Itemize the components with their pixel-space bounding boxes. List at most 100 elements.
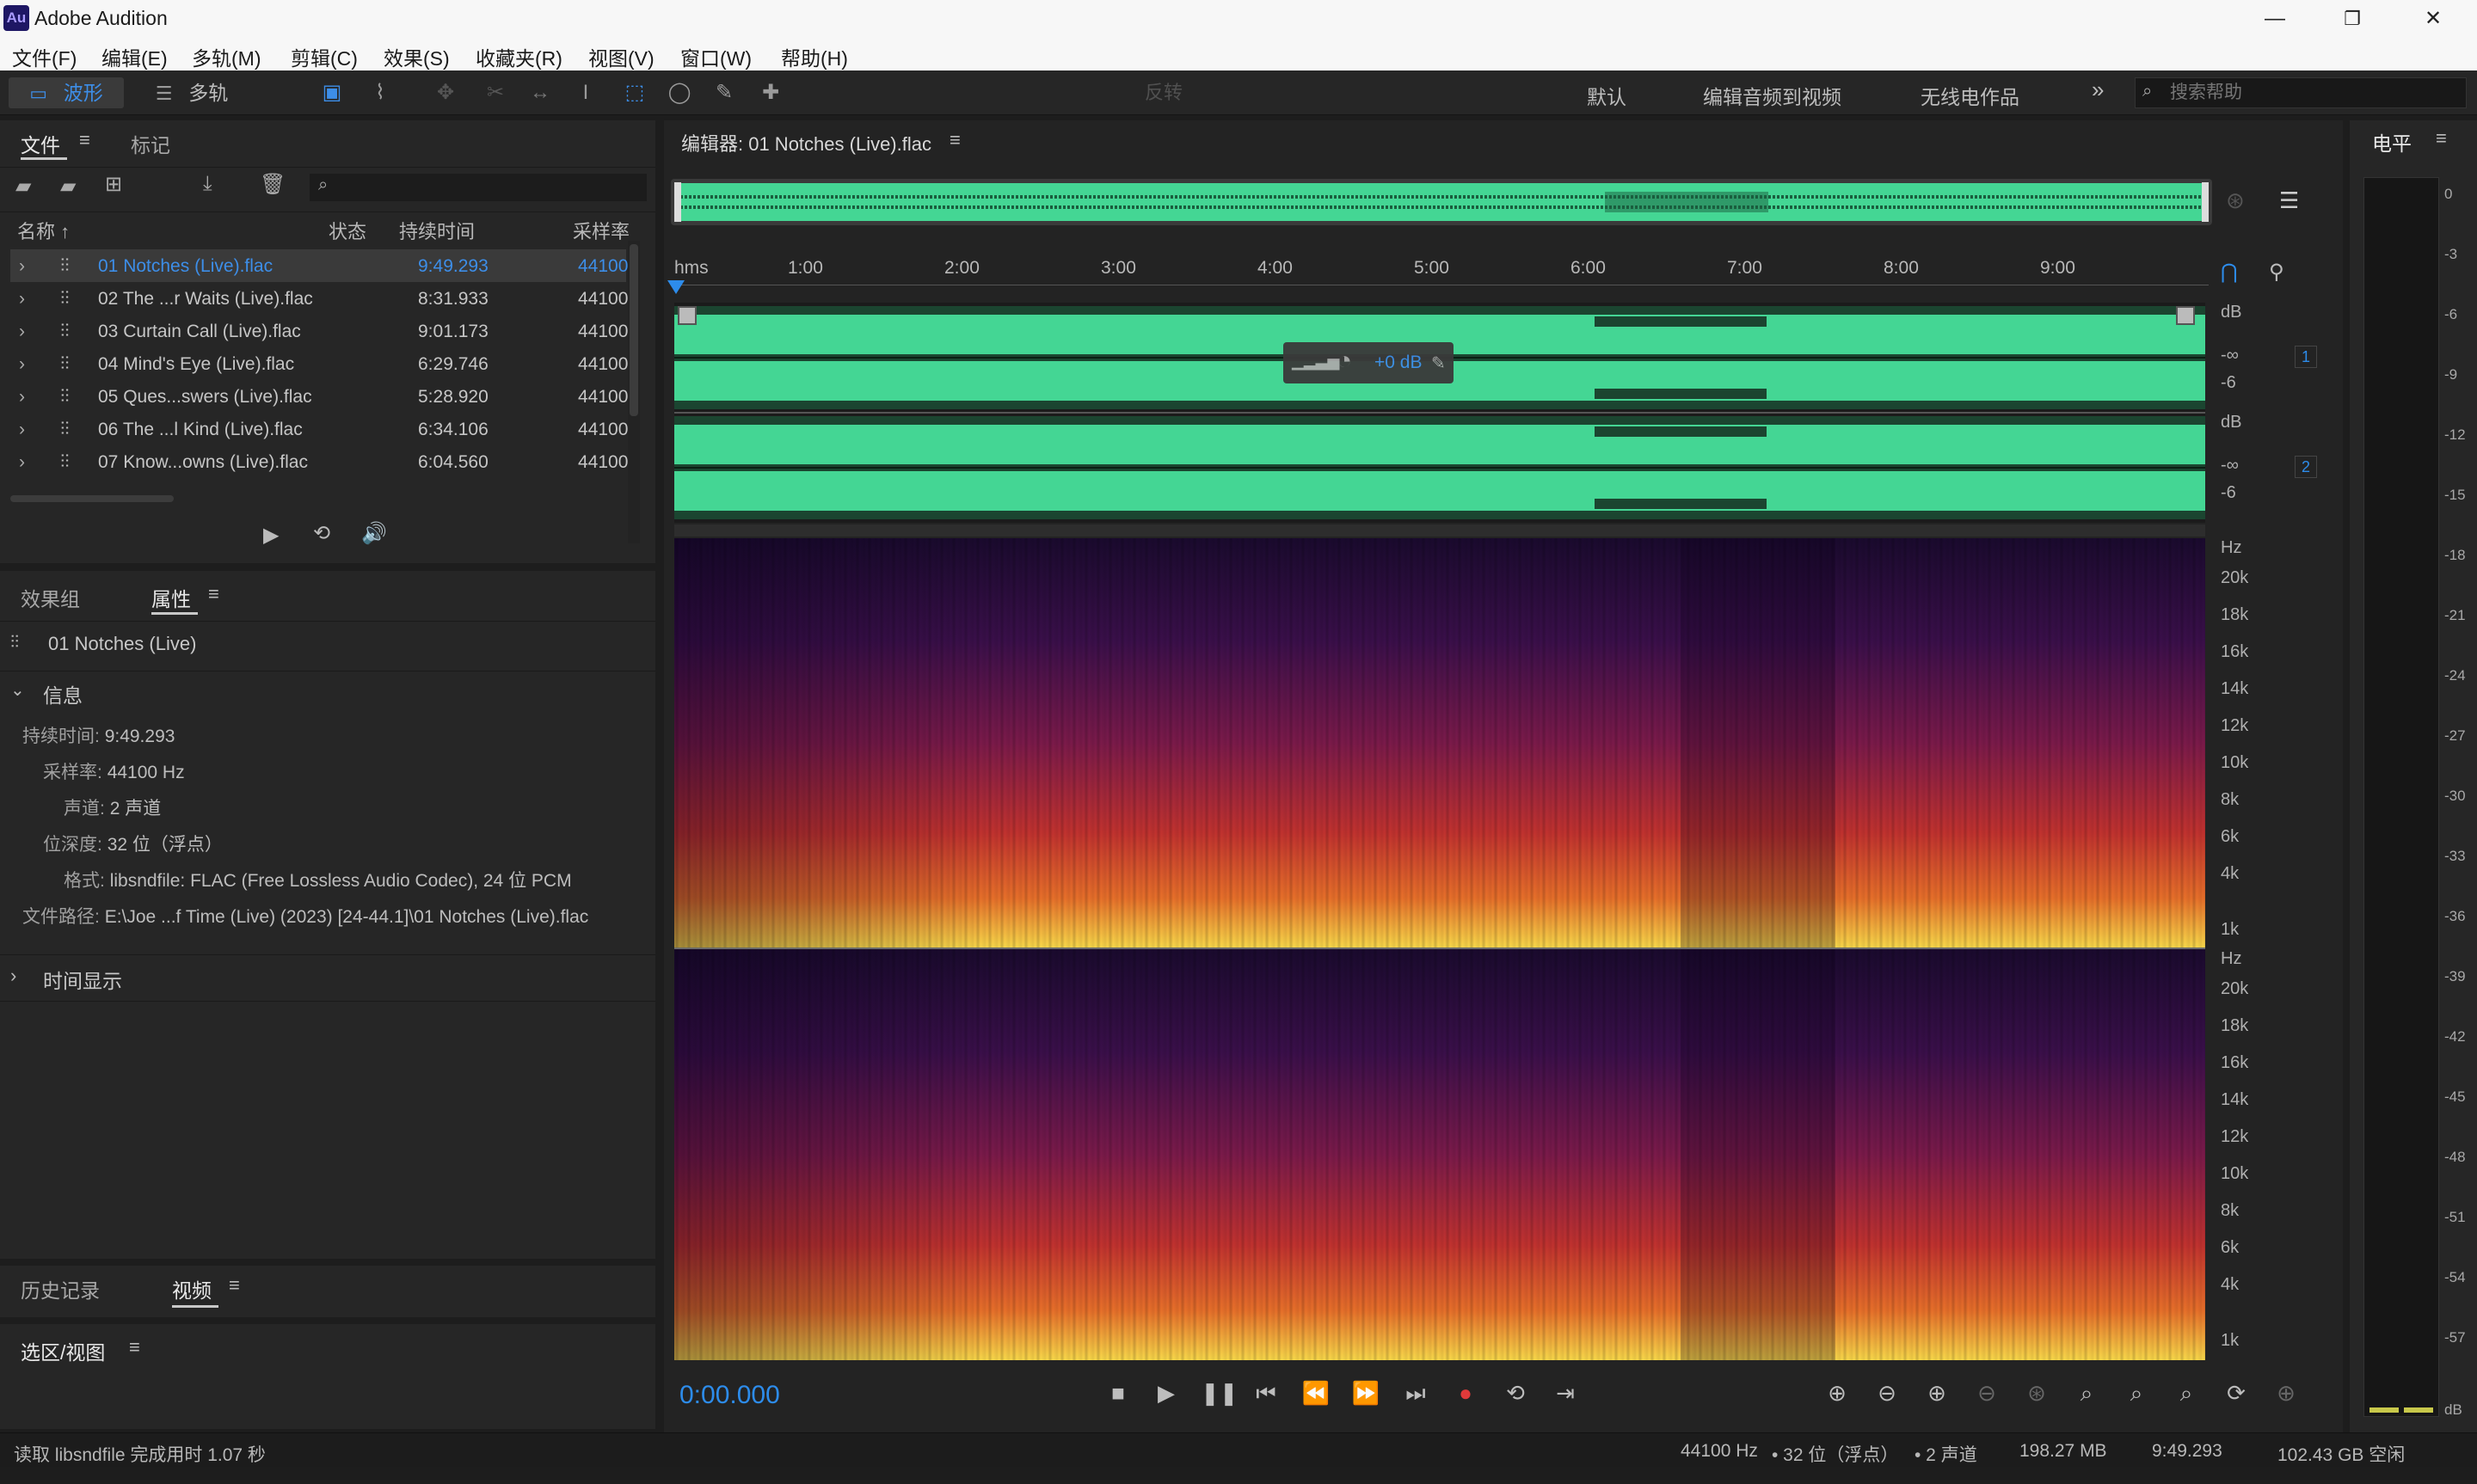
file-row[interactable]: › ⫶⫶ 03 Curtain Call (Live).flac 9:01.173…: [10, 315, 628, 347]
fade-in-handle[interactable]: [678, 306, 697, 325]
pin-hud-icon[interactable]: ✎: [1431, 353, 1446, 374]
playhead-marker[interactable]: [667, 280, 685, 294]
panel-options-icon[interactable]: ☰: [2279, 187, 2299, 214]
zoom-selected-track-icon[interactable]: ⊕: [2271, 1377, 2302, 1408]
tab-files[interactable]: 文件: [21, 129, 60, 158]
files-panel-menu-icon[interactable]: ≡: [79, 129, 90, 151]
time-ruler[interactable]: hms 1:00 2:00 3:00 4:00 5:00 6:00 7:00 8…: [673, 258, 2209, 285]
spectral-display-icon[interactable]: ▣: [313, 77, 351, 108]
loop-playback-icon[interactable]: ⟲: [1500, 1377, 1531, 1408]
menu-multitrack[interactable]: 多轨(M): [192, 42, 261, 71]
rewind-icon[interactable]: ⏪: [1300, 1377, 1331, 1408]
spectral-divider[interactable]: [674, 524, 2205, 537]
files-filter-input[interactable]: ⌕: [310, 174, 647, 201]
skip-selection-icon[interactable]: ⇥: [1550, 1377, 1581, 1408]
file-row[interactable]: › ⫶⫶ 05 Ques...swers (Live).flac 5:28.920…: [10, 380, 628, 413]
slip-tool-icon[interactable]: ↔: [521, 77, 559, 108]
spectral-display[interactable]: [674, 538, 2205, 1484]
spot-healing-tool-icon[interactable]: ✚: [753, 77, 788, 108]
help-search-box[interactable]: ⌕: [2135, 77, 2467, 108]
marquee-tool-icon[interactable]: ⬚: [619, 77, 650, 108]
timecode-display[interactable]: 0:00.000: [679, 1381, 780, 1410]
volume-knob-icon[interactable]: ◔: [1337, 347, 1352, 375]
waveform-view-button[interactable]: ▭ 波形: [9, 77, 124, 108]
tab-effects-rack[interactable]: 效果组: [21, 583, 80, 612]
workspace-radio-production[interactable]: 无线电作品: [1921, 81, 2019, 110]
column-duration[interactable]: 持续时间: [399, 217, 475, 244]
multitrack-view-button[interactable]: ☰ 多轨: [134, 77, 249, 108]
file-row[interactable]: › ⫶⫶ 01 Notches (Live).flac 9:49.293 4410…: [10, 249, 628, 282]
overview-bar[interactable]: [671, 179, 2212, 225]
section-info[interactable]: 信息: [43, 679, 83, 708]
hud-volume-value[interactable]: +0 dB: [1374, 353, 1422, 373]
play-preview-icon[interactable]: ▶: [263, 523, 279, 548]
zoom-out-amplitude-icon[interactable]: ⊖: [1872, 1377, 1902, 1408]
open-file-icon[interactable]: ▰: [15, 174, 31, 199]
files-scrollbar[interactable]: [628, 241, 640, 543]
pause-icon[interactable]: ❚❚: [1201, 1377, 1238, 1408]
record-icon[interactable]: ●: [1450, 1377, 1481, 1408]
menu-favorites[interactable]: 收藏夹(R): [476, 42, 562, 71]
delete-icon[interactable]: 🗑: [260, 172, 286, 197]
fast-forward-icon[interactable]: ⏩: [1350, 1377, 1381, 1408]
insert-into-multitrack-icon[interactable]: ⤓: [203, 172, 212, 196]
loop-preview-icon[interactable]: ⟲: [313, 521, 330, 546]
snap-magnet-icon[interactable]: ⋂: [2221, 260, 2238, 285]
waveform-display[interactable]: ▁▂▃▅ ◔ +0 dB ✎: [674, 303, 2205, 523]
zoom-in-at-out-point-icon[interactable]: ⌕: [2121, 1377, 2152, 1408]
menu-window[interactable]: 窗口(W): [680, 42, 752, 71]
column-state[interactable]: 状态: [329, 217, 366, 244]
selection-view-title[interactable]: 选区/视图: [21, 1336, 105, 1365]
pin-marker-icon[interactable]: ⚲: [2269, 260, 2284, 285]
chevron-right-icon[interactable]: ›: [10, 965, 16, 987]
chevron-down-icon[interactable]: ⌄: [10, 679, 25, 701]
zoom-in-amplitude-icon[interactable]: ⊕: [1822, 1377, 1853, 1408]
skip-to-end-icon[interactable]: ⏭: [1400, 1377, 1431, 1408]
stop-icon[interactable]: ■: [1103, 1377, 1134, 1408]
zoom-out-time-icon[interactable]: ⊖: [1971, 1377, 2002, 1408]
column-name[interactable]: 名称 ↑: [17, 217, 70, 244]
zoom-overview-icon[interactable]: ⊛: [2226, 187, 2245, 214]
zoom-reset-icon[interactable]: ⟳: [2221, 1377, 2252, 1408]
feedback-toggle[interactable]: 反转: [1134, 77, 1194, 108]
lasso-tool-icon[interactable]: ◯: [664, 77, 695, 108]
menu-view[interactable]: 视图(V): [588, 42, 655, 71]
zoom-in-time-icon[interactable]: ⊕: [1921, 1377, 1952, 1408]
help-search-input[interactable]: [2170, 82, 2454, 104]
skip-to-start-icon[interactable]: ⏮: [1251, 1377, 1282, 1408]
tab-properties[interactable]: 属性: [151, 583, 191, 612]
file-row[interactable]: › ⫶⫶ 02 The ...r Waits (Live).flac 8:31.9…: [10, 282, 628, 315]
razor-tool-icon[interactable]: ✂: [478, 77, 513, 108]
brush-tool-icon[interactable]: ✎: [709, 77, 740, 108]
tab-video[interactable]: 视频: [172, 1274, 212, 1303]
time-selection-tool-icon[interactable]: I: [571, 77, 600, 108]
workspace-edit-audio-to-video[interactable]: 编辑音频到视频: [1703, 81, 1841, 110]
properties-menu-icon[interactable]: ≡: [208, 583, 219, 605]
zoom-to-selection-icon[interactable]: ⌕: [2171, 1377, 2202, 1408]
close-button[interactable]: ✕: [2394, 0, 2472, 38]
menu-edit[interactable]: 编辑(E): [101, 42, 168, 71]
selection-menu-icon[interactable]: ≡: [129, 1336, 140, 1358]
menu-file[interactable]: 文件(F): [12, 42, 77, 71]
tab-markers[interactable]: 标记: [131, 129, 170, 158]
workspace-default[interactable]: 默认: [1587, 81, 1626, 110]
zoom-in-at-in-point-icon[interactable]: ⌕: [2071, 1377, 2102, 1408]
pitch-display-icon[interactable]: ⌇: [361, 77, 399, 108]
autoplay-icon[interactable]: 🔊: [361, 521, 387, 546]
file-row[interactable]: › ⫶⫶ 04 Mind's Eye (Live).flac 6:29.746 4…: [10, 347, 628, 380]
column-sample-rate[interactable]: 采样率: [573, 217, 630, 244]
play-icon[interactable]: ▶: [1151, 1377, 1182, 1408]
hud-volume[interactable]: ▁▂▃▅ ◔ +0 dB ✎: [1283, 342, 1454, 383]
minimize-button[interactable]: —: [2236, 0, 2314, 38]
menu-effects[interactable]: 效果(S): [384, 42, 450, 71]
file-row[interactable]: › ⫶⫶ 07 Know...owns (Live).flac 6:04.560 …: [10, 445, 628, 478]
file-row[interactable]: › ⫶⫶ 06 The ...l Kind (Live).flac 6:34.10…: [10, 413, 628, 445]
editor-menu-icon[interactable]: ≡: [950, 129, 961, 151]
new-file-icon[interactable]: ⊞: [105, 172, 122, 197]
channel-2-toggle[interactable]: 2: [2295, 456, 2317, 478]
channel-1-toggle[interactable]: 1: [2295, 346, 2317, 368]
tab-history[interactable]: 历史记录: [21, 1274, 100, 1303]
restore-button[interactable]: ❐: [2314, 0, 2391, 38]
move-tool-icon[interactable]: ✥: [428, 77, 463, 108]
video-menu-icon[interactable]: ≡: [229, 1274, 240, 1297]
